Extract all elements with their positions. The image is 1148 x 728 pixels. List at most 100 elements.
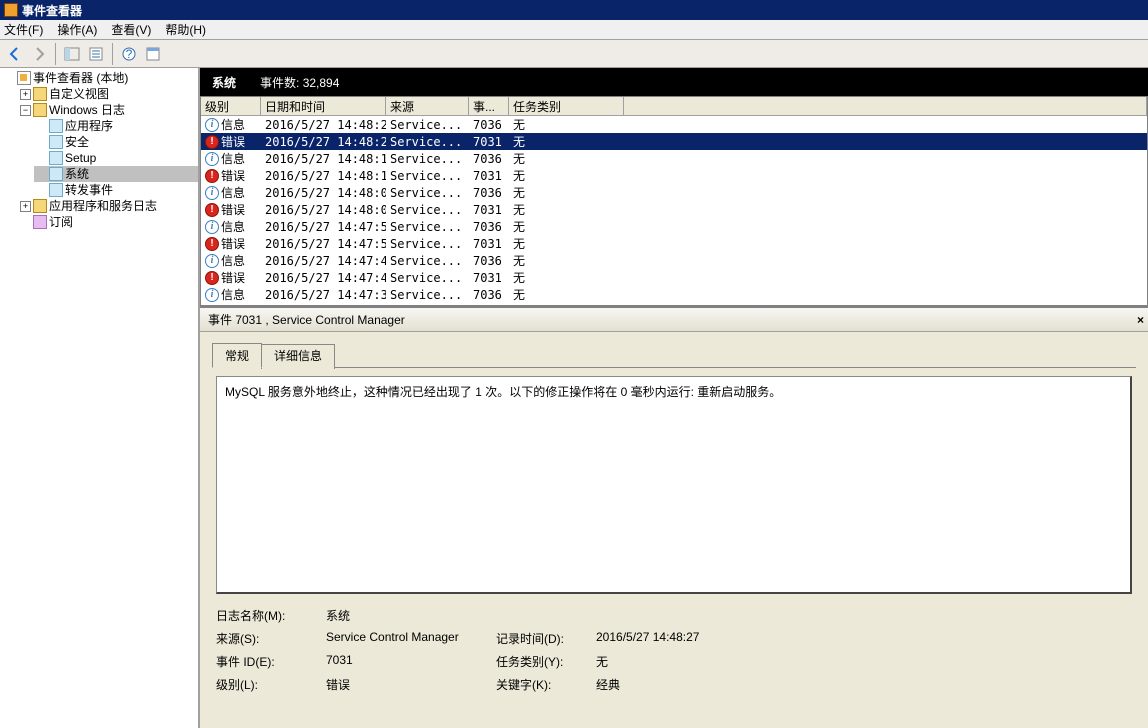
col-category[interactable]: 任务类别 [509,97,624,115]
col-level[interactable]: 级别 [201,97,261,115]
help-button[interactable]: ? [118,43,140,65]
tree-windows-logs[interactable]: −Windows 日志 [18,102,198,118]
details-title-bar: 事件 7031 , Service Control Manager × [200,308,1148,332]
tree-root-label: 事件查看器 (本地) [33,70,128,86]
event-row[interactable]: 信息2016/5/27 14:48:07Service...7036无 [201,184,1147,201]
menu-file[interactable]: 文件(F) [4,21,43,38]
val-eventid: 7031 [326,650,496,673]
tree-root[interactable]: 事件查看器 (本地) [2,70,198,86]
col-source[interactable]: 来源 [386,97,469,115]
title-bar: 事件查看器 [0,0,1148,20]
event-row[interactable]: 错误2016/5/27 14:48:14Service...7031无 [201,167,1147,184]
col-datetime[interactable]: 日期和时间 [261,97,386,115]
app-title: 事件查看器 [22,2,82,19]
val-level: 错误 [326,673,496,696]
grid-header: 级别 日期和时间 来源 事... 任务类别 [201,97,1147,116]
details-pane: 事件 7031 , Service Control Manager × 常规 详… [200,306,1148,728]
expand-icon[interactable]: + [20,89,31,100]
folder-icon [33,103,47,117]
collapse-icon[interactable]: − [20,105,31,116]
tab-divider [212,367,1136,368]
event-row[interactable]: 错误2016/5/27 14:47:36Service...7031无 [201,303,1147,305]
lbl-source: 来源(S): [216,627,326,650]
app-icon [4,3,18,17]
info-icon [205,152,219,166]
lbl-log-name: 日志名称(M): [216,604,326,627]
val-source: Service Control Manager [326,627,496,650]
tree-forwarded[interactable]: 转发事件 [34,182,198,198]
error-icon [205,271,219,285]
log-header: 系统 事件数: 32,894 [200,68,1148,96]
event-row[interactable]: 信息2016/5/27 14:47:48Service...7036无 [201,252,1147,269]
menu-help[interactable]: 帮助(H) [165,21,206,38]
svg-text:?: ? [126,47,133,61]
tree-security[interactable]: 安全 [34,134,198,150]
menu-bar: 文件(F) 操作(A) 查看(V) 帮助(H) [0,20,1148,40]
lbl-taskcat: 任务类别(Y): [496,650,596,673]
tab-general[interactable]: 常规 [212,343,262,368]
lbl-level: 级别(L): [216,673,326,696]
col-spacer [624,97,1147,115]
toolbar-sep-2 [112,43,113,65]
detail-tabs: 常规 详细信息 [212,342,1148,367]
tree-setup[interactable]: Setup [34,150,198,166]
tree-custom-views[interactable]: +自定义视图 [18,86,198,102]
tree-system[interactable]: 系统 [34,166,198,182]
folder-icon [33,87,47,101]
tree-app-service-logs[interactable]: +应用程序和服务日志 [18,198,198,214]
details-title: 事件 7031 , Service Control Manager [208,311,405,328]
properties-button[interactable] [85,43,107,65]
tree-application[interactable]: 应用程序 [34,118,198,134]
log-icon [49,183,63,197]
event-row[interactable]: 错误2016/5/27 14:48:06Service...7031无 [201,201,1147,218]
refresh-button[interactable] [142,43,164,65]
event-grid: 级别 日期和时间 来源 事... 任务类别 信息2016/5/27 14:48:… [200,96,1148,306]
info-icon [205,118,219,132]
lbl-eventid: 事件 ID(E): [216,650,326,673]
info-icon [205,254,219,268]
event-row[interactable]: 信息2016/5/27 14:48:15Service...7036无 [201,150,1147,167]
event-row[interactable]: 错误2016/5/27 14:47:57Service...7031无 [201,235,1147,252]
error-icon [205,237,219,251]
error-icon [205,135,219,149]
event-row[interactable]: 信息2016/5/27 14:48:28Service...7036无 [201,116,1147,133]
info-icon [205,220,219,234]
show-hide-tree-button[interactable] [61,43,83,65]
info-icon [205,288,219,302]
tree-pane[interactable]: 事件查看器 (本地) +自定义视图 −Windows 日志 应用程序 安全 Se… [0,68,200,728]
event-row[interactable]: 错误2016/5/27 14:48:27Service...7031无 [201,133,1147,150]
back-button[interactable] [4,43,26,65]
event-description[interactable]: MySQL 服务意外地终止，这种情况已经出现了 1 次。以下的修正操作将在 0 … [216,376,1132,594]
expand-icon[interactable]: + [20,201,31,212]
event-viewer-icon [17,71,31,85]
error-icon [205,169,219,183]
log-icon [49,167,63,181]
event-count: 事件数: 32,894 [260,74,339,91]
val-logged: 2016/5/27 14:48:27 [596,627,705,650]
grid-body[interactable]: 信息2016/5/27 14:48:28Service...7036无错误201… [201,116,1147,305]
log-icon [49,119,63,133]
tab-details[interactable]: 详细信息 [261,344,335,369]
val-log-name: 系统 [326,604,496,627]
col-eventid[interactable]: 事... [469,97,509,115]
event-row[interactable]: 信息2016/5/27 14:47:58Service...7036无 [201,218,1147,235]
event-row[interactable]: 信息2016/5/27 14:47:37Service...7036无 [201,286,1147,303]
event-properties: 日志名称(M): 系统 来源(S): Service Control Manag… [216,604,1132,696]
tree-subscriptions[interactable]: 订阅 [18,214,198,230]
menu-action[interactable]: 操作(A) [57,21,97,38]
close-icon[interactable]: × [1137,313,1144,327]
val-keywords: 经典 [596,673,705,696]
folder-icon [33,199,47,213]
log-header-title: 系统 [212,74,236,91]
lbl-keywords: 关键字(K): [496,673,596,696]
event-row[interactable]: 错误2016/5/27 14:47:47Service...7031无 [201,269,1147,286]
menu-view[interactable]: 查看(V) [111,21,151,38]
error-icon [205,203,219,217]
val-taskcat: 无 [596,650,705,673]
content-pane: 系统 事件数: 32,894 级别 日期和时间 来源 事... 任务类别 信息2… [200,68,1148,728]
toolbar: ? [0,40,1148,68]
info-icon [205,186,219,200]
log-icon [49,151,63,165]
lbl-logged: 记录时间(D): [496,627,596,650]
forward-button[interactable] [28,43,50,65]
